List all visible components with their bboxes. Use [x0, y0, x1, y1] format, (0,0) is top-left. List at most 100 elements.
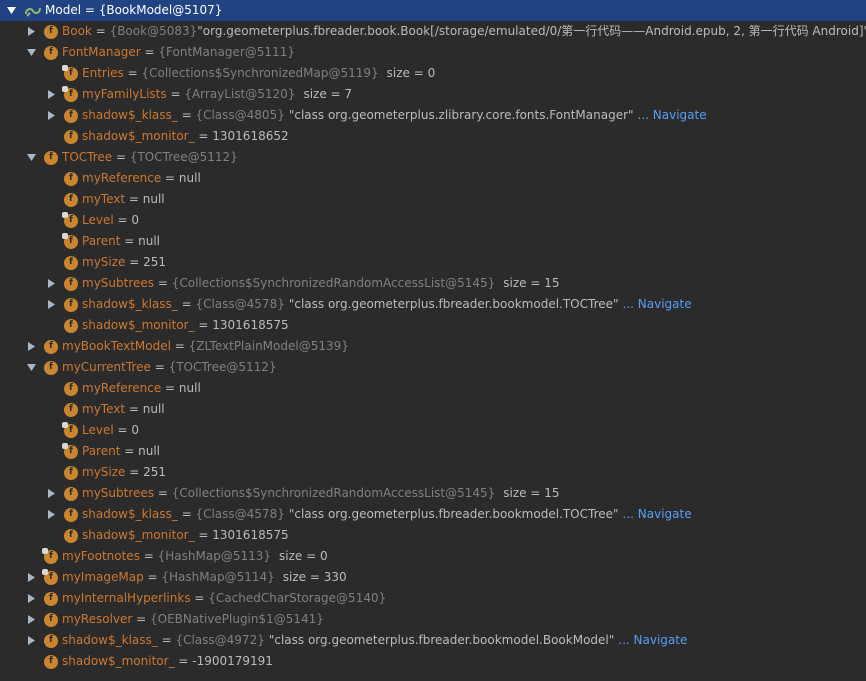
tree-row[interactable]: f shadow$_klass_ = {Class@4805} "class org… — [0, 105, 866, 126]
tree-row[interactable]: f shadow$_monitor_ = 1301618652 — [0, 126, 866, 147]
chevron-down-icon[interactable] — [26, 48, 36, 58]
tree-row[interactable]: f shadow$_monitor_ = 1301618575 — [0, 315, 866, 336]
navigate-link[interactable]: ... Navigate — [623, 294, 692, 315]
f-field-icon: f — [44, 150, 58, 165]
tree-row[interactable]: f mySubtrees = {Collections$SynchronizedR… — [0, 483, 866, 504]
chevron-right-icon[interactable] — [46, 111, 56, 121]
tree-row[interactable]: f Parent = null — [0, 231, 866, 252]
field-name: mySubtrees — [82, 276, 155, 290]
field-name: Level — [82, 213, 114, 227]
object-type-id: {Class@4805} — [195, 108, 285, 122]
tree-row[interactable]: f TOCTree = {TOCTree@5112} — [0, 147, 866, 168]
object-type-id: {ZLTextPlainModel@5139} — [188, 339, 349, 353]
collection-size: size = 0 — [386, 66, 436, 80]
tree-row[interactable]: f myReference = null — [0, 168, 866, 189]
object-type-id: {Collections$SynchronizedRandomAccessLis… — [171, 486, 496, 500]
chevron-right-icon[interactable] — [46, 300, 56, 310]
chevron-right-icon[interactable] — [26, 27, 36, 37]
tree-row[interactable]: Model = {BookModel@5107} — [0, 0, 866, 21]
tree-row[interactable]: f shadow$_klass_ = {Class@4578} "class org… — [0, 504, 866, 525]
tree-row[interactable]: f Level = 0 — [0, 420, 866, 441]
chevron-right-icon[interactable] — [26, 594, 36, 604]
chevron-down-icon[interactable] — [26, 153, 36, 163]
tree-row[interactable]: f Book = {Book@5083} "org.geometerplus.fbr… — [0, 21, 866, 42]
f-field-icon: f — [64, 318, 78, 333]
collection-size: size = 330 — [282, 570, 347, 584]
f-field-icon: f — [64, 171, 78, 186]
f-field-icon: f — [64, 381, 78, 396]
field-name: Parent — [82, 444, 121, 458]
chevron-right-icon[interactable] — [46, 489, 56, 499]
object-type-id: {ArrayList@5120} — [184, 87, 296, 101]
tree-row[interactable]: f myResolver = {OEBNativePlugin$1@5141} — [0, 609, 866, 630]
object-type-id: {OEBNativePlugin$1@5141} — [150, 612, 324, 626]
tree-row[interactable]: f myReference = null — [0, 378, 866, 399]
object-type-id: {HashMap@5114} — [161, 570, 275, 584]
f-field-icon: f — [44, 633, 58, 648]
field-value: null — [178, 381, 201, 395]
chevron-right-icon[interactable] — [26, 636, 36, 646]
equals-sign: = — [194, 318, 213, 332]
f-field-icon: f — [44, 654, 58, 669]
tree-row[interactable]: f myCurrentTree = {TOCTree@5112} — [0, 357, 866, 378]
chevron-right-icon[interactable] — [46, 510, 56, 520]
infinity-object-icon — [24, 4, 42, 18]
tree-row[interactable]: f mySize = 251 — [0, 462, 866, 483]
tree-row[interactable]: f myText = null — [0, 399, 866, 420]
tree-row[interactable]: f Parent = null — [0, 441, 866, 462]
object-type-id: {HashMap@5113} — [157, 549, 272, 563]
field-name: myBookTextModel — [62, 339, 171, 353]
navigate-link[interactable]: ... Navigate — [623, 504, 692, 525]
f-field-icon: f — [64, 255, 78, 270]
tree-row[interactable]: f myFamilyLists = {ArrayList@5120} size = … — [0, 84, 866, 105]
field-name: shadow$_monitor_ — [82, 318, 195, 332]
chevron-right-icon[interactable] — [26, 342, 36, 352]
tree-row[interactable]: f mySize = 251 — [0, 252, 866, 273]
equals-sign: = — [139, 549, 158, 563]
tree-row[interactable]: f shadow$_klass_ = {Class@4578} "class org… — [0, 294, 866, 315]
tree-row[interactable]: f FontManager = {FontManager@5111} — [0, 42, 866, 63]
tree-row[interactable]: f shadow$_klass_ = {Class@4972} "class org… — [0, 630, 866, 651]
chevron-down-icon[interactable] — [26, 363, 36, 373]
equals-sign: = — [150, 360, 169, 374]
chevron-down-icon[interactable] — [6, 6, 16, 16]
tree-row[interactable]: f myText = null — [0, 189, 866, 210]
f-field-icon: f — [62, 85, 78, 102]
tree-row[interactable]: f mySubtrees = {Collections$SynchronizedR… — [0, 273, 866, 294]
equals-sign: = — [140, 45, 159, 59]
navigate-link[interactable]: ... Navigate — [618, 630, 687, 651]
tree-row[interactable]: f myFootnotes = {HashMap@5113} size = 0 — [0, 546, 866, 567]
field-name: shadow$_monitor_ — [82, 129, 195, 143]
f-field-icon: f — [64, 276, 78, 291]
equals-sign: = — [143, 570, 162, 584]
chevron-right-icon[interactable] — [46, 279, 56, 289]
f-field-icon: f — [64, 528, 78, 543]
field-name: myFootnotes — [62, 549, 140, 563]
field-name: FontManager — [62, 45, 141, 59]
tree-row[interactable]: f myBookTextModel = {ZLTextPlainModel@513… — [0, 336, 866, 357]
equals-sign: = — [132, 612, 151, 626]
chevron-right-icon[interactable] — [26, 573, 36, 583]
field-value: null — [178, 171, 201, 185]
chevron-right-icon[interactable] — [46, 90, 56, 100]
f-field-icon: f — [64, 129, 78, 144]
string-value: "class org.geometerplus.fbreader.bookmod… — [268, 633, 615, 647]
tree-row[interactable]: f shadow$_monitor_ = -1900179191 — [0, 651, 866, 672]
tree-row[interactable]: f myInternalHyperlinks = {CachedCharStora… — [0, 588, 866, 609]
field-value: 1301618652 — [212, 129, 289, 143]
collection-size: size = 15 — [503, 486, 560, 500]
equals-sign: = — [154, 486, 172, 500]
equals-sign: = — [120, 444, 139, 458]
object-type-id: {TOCTree@5112} — [168, 360, 277, 374]
string-value: "org.geometerplus.fbreader.book.Book[/st… — [197, 24, 866, 38]
chevron-right-icon[interactable] — [26, 615, 36, 625]
tree-row[interactable]: f Entries = {Collections$SynchronizedMap@… — [0, 63, 866, 84]
tree-row[interactable]: f Level = 0 — [0, 210, 866, 231]
tree-row[interactable]: f shadow$_monitor_ = 1301618575 — [0, 525, 866, 546]
tree-row[interactable]: f myImageMap = {HashMap@5114} size = 330 — [0, 567, 866, 588]
f-field-icon: f — [64, 465, 78, 480]
equals-sign: = — [125, 255, 144, 269]
navigate-link[interactable]: ... Navigate — [638, 105, 707, 126]
f-field-icon: f — [44, 612, 58, 627]
f-field-icon: f — [62, 442, 78, 459]
